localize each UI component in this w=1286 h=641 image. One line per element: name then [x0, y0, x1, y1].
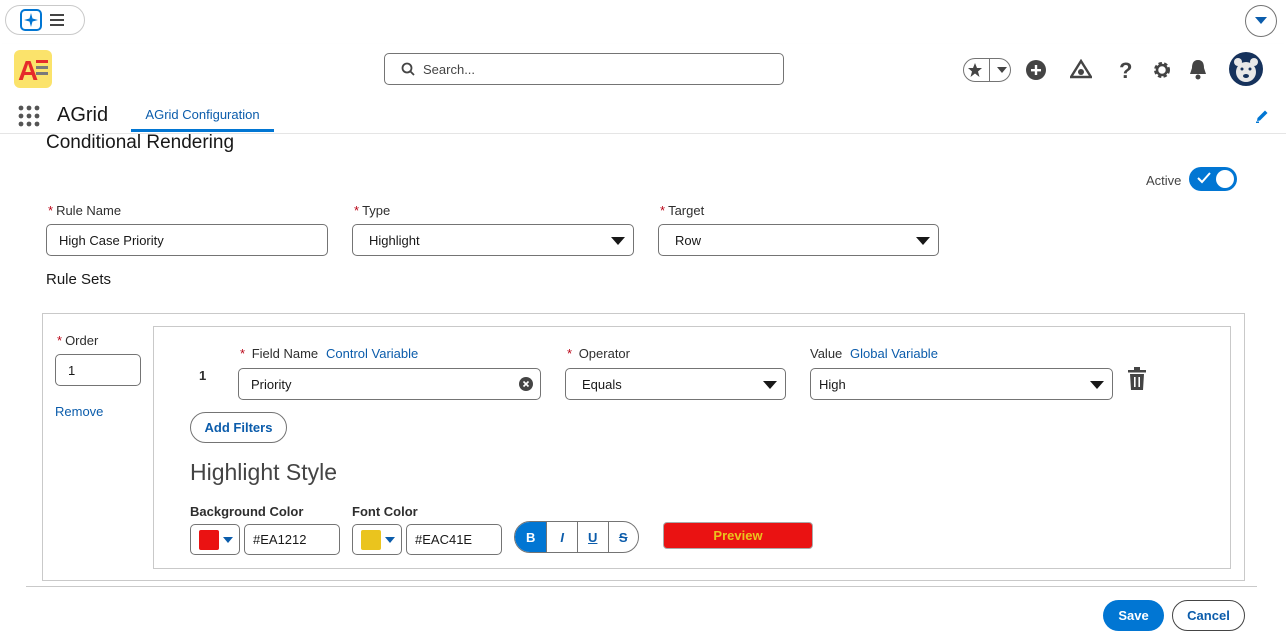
global-variable-link[interactable]: Global Variable: [850, 346, 938, 361]
app-name: AGrid: [57, 104, 109, 126]
bold-button[interactable]: B: [515, 522, 547, 552]
row-index: 1: [199, 368, 207, 383]
top-bar: [0, 0, 1286, 44]
type-select[interactable]: Highlight: [352, 224, 634, 256]
operator-label-text: Operator: [578, 346, 630, 361]
check-icon: [1197, 172, 1211, 184]
favorites-button[interactable]: [963, 58, 1011, 82]
tab-agrid-configuration[interactable]: AGrid Configuration: [131, 100, 274, 132]
chevron-down-icon: [996, 67, 1007, 73]
active-label: Active: [1146, 173, 1182, 188]
rule-name-label: * Rule Name: [48, 203, 121, 218]
font-color-swatch: [361, 529, 381, 550]
divider: [989, 58, 991, 82]
global-dropdown-button[interactable]: [1245, 5, 1277, 37]
font-color-input[interactable]: #EAC41E: [406, 524, 502, 555]
page-title: Conditional Rendering: [46, 132, 235, 153]
chevron-down-icon: [763, 381, 777, 389]
svg-text:A: A: [18, 55, 38, 86]
rule-sets-title: Rule Sets: [46, 271, 112, 288]
avatar-icon[interactable]: [1229, 52, 1263, 86]
type-select-value: Highlight: [369, 232, 420, 248]
app-launcher-icon: [20, 9, 42, 31]
target-select-value: Row: [675, 232, 702, 248]
clear-icon[interactable]: [519, 377, 533, 391]
field-name-label: * Field Name: [240, 346, 318, 361]
menu-icon: [50, 14, 64, 26]
type-label: * Type: [354, 203, 390, 218]
value-select-value: High: [819, 376, 846, 392]
text-style-button-group: B I U S: [514, 521, 639, 553]
strikethrough-button[interactable]: S: [607, 522, 639, 552]
highlight-style-title: Highlight Style: [190, 459, 338, 485]
required-marker: *: [354, 203, 360, 218]
help-icon[interactable]: ?: [1117, 59, 1135, 81]
field-name-value: Priority: [251, 376, 292, 392]
font-color-picker[interactable]: [352, 524, 402, 555]
chevron-down-icon: [223, 536, 233, 543]
chevron-down-icon: [916, 237, 930, 245]
delete-icon[interactable]: [1127, 367, 1147, 391]
search-placeholder: Search...: [423, 61, 476, 77]
background-color-swatch: [199, 529, 219, 550]
rule-name-input[interactable]: High Case Priority: [46, 224, 328, 256]
background-color-input[interactable]: #EA1212: [244, 524, 340, 555]
target-select[interactable]: Row: [658, 224, 939, 256]
target-label: * Target: [660, 203, 704, 218]
control-variable-link[interactable]: Control Variable: [326, 346, 418, 361]
chevron-down-icon: [611, 237, 625, 245]
save-button[interactable]: Save: [1103, 600, 1164, 631]
order-label: * Order: [57, 333, 98, 348]
operator-label: * Operator: [567, 346, 630, 361]
chevron-down-icon: [1255, 17, 1267, 25]
add-icon[interactable]: [1025, 59, 1047, 81]
background-color-label: Background Color: [190, 504, 304, 519]
underline-button[interactable]: U: [576, 522, 608, 552]
required-marker: *: [48, 203, 54, 218]
global-search[interactable]: Search...: [384, 53, 784, 85]
target-label-text: Target: [668, 203, 705, 218]
star-icon: [967, 62, 983, 78]
search-icon: [401, 62, 415, 76]
italic-button[interactable]: I: [546, 522, 577, 552]
operator-select[interactable]: Equals: [565, 368, 786, 400]
bell-icon[interactable]: [1187, 58, 1209, 80]
add-filters-button[interactable]: Add Filters: [190, 412, 287, 443]
app-logo: A: [14, 50, 52, 88]
svg-text:?: ?: [1119, 59, 1132, 81]
order-input[interactable]: 1: [55, 354, 141, 386]
field-name-label-text: Field Name: [251, 346, 319, 361]
order-label-text: Order: [65, 333, 99, 348]
cancel-button[interactable]: Cancel: [1172, 600, 1245, 631]
edit-icon[interactable]: [1255, 109, 1269, 123]
chevron-down-icon: [385, 536, 395, 543]
rule-name-label-text: Rule Name: [56, 203, 122, 218]
font-color-label: Font Color: [352, 504, 418, 519]
remove-link[interactable]: Remove: [55, 404, 103, 419]
required-marker: *: [240, 346, 246, 361]
chevron-down-icon: [1090, 381, 1104, 389]
required-marker: *: [660, 203, 666, 218]
preview-button[interactable]: Preview: [663, 522, 813, 549]
app-launcher-icon[interactable]: [18, 105, 40, 127]
field-name-input[interactable]: Priority: [238, 368, 541, 400]
value-label: Value: [810, 346, 843, 361]
required-marker: *: [567, 346, 573, 361]
agentforce-menu-button[interactable]: [5, 5, 85, 35]
toggle-knob: [1216, 170, 1234, 188]
active-toggle[interactable]: [1189, 167, 1237, 191]
operator-select-value: Equals: [582, 376, 622, 392]
trailhead-icon[interactable]: [1070, 59, 1092, 81]
footer-divider: [26, 586, 1257, 587]
type-label-text: Type: [362, 203, 391, 218]
required-marker: *: [57, 333, 63, 348]
background-color-picker[interactable]: [190, 524, 240, 555]
value-select[interactable]: High: [810, 368, 1113, 400]
gear-icon[interactable]: [1151, 59, 1173, 81]
